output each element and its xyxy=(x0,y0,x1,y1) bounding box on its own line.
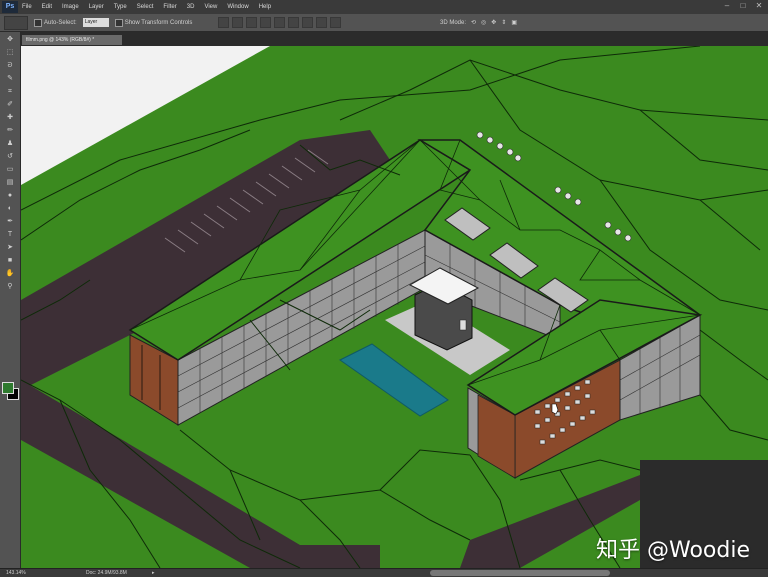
clone-stamp-icon[interactable]: ♟ xyxy=(4,139,16,149)
checkbox-icon xyxy=(34,18,42,27)
tool-preset-picker[interactable] xyxy=(4,15,28,30)
healing-brush-icon[interactable]: ✚ xyxy=(4,113,16,123)
tools-panel: ✥ ⬚ ᘐ ✎ ⌗ ✐ ✚ ✏ ♟ ↺ ▭ ▤ ● ◐ ✒ T ➤ ■ ✋ ⚲ xyxy=(0,32,21,568)
horizontal-scrollbar[interactable] xyxy=(430,570,610,576)
close-icon[interactable]: ✕ xyxy=(754,1,764,11)
show-transform-label: Show Transform Controls xyxy=(124,19,193,26)
history-brush-icon[interactable]: ↺ xyxy=(4,152,16,162)
maximize-icon[interactable]: □ xyxy=(738,1,748,11)
photoshop-logo: Ps xyxy=(2,1,18,13)
path-select-icon[interactable]: ➤ xyxy=(4,243,16,253)
3d-mode-controls: 3D Mode: ⟲ ◎ ✥ ⇕ ▣ xyxy=(440,19,517,27)
auto-select-checkbox[interactable]: Auto-Select: xyxy=(34,18,77,27)
checkbox-icon xyxy=(114,18,123,27)
menu-help[interactable]: Help xyxy=(259,4,271,10)
menu-select[interactable]: Select xyxy=(137,4,154,10)
menu-edit[interactable]: Edit xyxy=(42,4,52,10)
shape-tool-icon[interactable]: ■ xyxy=(4,256,16,266)
pen-tool-icon[interactable]: ✒ xyxy=(4,217,16,227)
document-canvas[interactable] xyxy=(21,46,768,568)
align-left-icon[interactable] xyxy=(260,17,272,28)
show-transform-checkbox[interactable]: Show Transform Controls xyxy=(114,18,193,27)
document-tab[interactable]: filmm.png @ 143% (RGB/8#) * xyxy=(22,35,122,45)
menu-window[interactable]: Window xyxy=(227,4,248,10)
3d-scale-icon[interactable]: ▣ xyxy=(511,19,517,26)
hand-tool-icon[interactable]: ✋ xyxy=(4,269,16,279)
eraser-icon[interactable]: ▭ xyxy=(4,165,16,175)
eyedropper-icon[interactable]: ✐ xyxy=(4,100,16,110)
auto-select-label: Auto-Select: xyxy=(44,19,77,26)
align-vcenter-icon[interactable] xyxy=(232,17,244,28)
3d-mode-label: 3D Mode: xyxy=(440,19,467,26)
distribute-vcenter-icon[interactable] xyxy=(316,17,328,28)
3d-rotate-icon[interactable]: ⟲ xyxy=(471,19,476,26)
type-tool-icon[interactable]: T xyxy=(4,230,16,240)
menu-filter[interactable]: Filter xyxy=(163,4,176,10)
zoom-tool-icon[interactable]: ⚲ xyxy=(4,282,16,292)
3d-roll-icon[interactable]: ◎ xyxy=(481,19,486,26)
distribute-top-icon[interactable] xyxy=(302,17,314,28)
dodge-icon[interactable]: ◐ xyxy=(4,204,16,214)
align-right-icon[interactable] xyxy=(288,17,300,28)
3d-slide-icon[interactable]: ⇕ xyxy=(501,19,506,26)
site-render xyxy=(21,46,768,568)
watermark: 知乎 @Woodie xyxy=(596,538,750,563)
foreground-color-swatch[interactable] xyxy=(2,382,14,394)
quick-select-icon[interactable]: ✎ xyxy=(4,74,16,84)
auto-select-dropdown[interactable]: Layer xyxy=(82,18,109,27)
minimize-icon[interactable]: – xyxy=(722,1,732,11)
menu-image[interactable]: Image xyxy=(62,4,79,10)
lasso-tool-icon[interactable]: ᘐ xyxy=(4,61,16,71)
brush-tool-icon[interactable]: ✏ xyxy=(4,126,16,136)
distribute-bottom-icon[interactable] xyxy=(330,17,342,28)
align-top-icon[interactable] xyxy=(218,17,230,28)
move-tool-icon[interactable]: ✥ xyxy=(4,35,16,45)
menu-view[interactable]: View xyxy=(204,4,217,10)
3d-pan-icon[interactable]: ✥ xyxy=(491,19,496,26)
align-bottom-icon[interactable] xyxy=(246,17,258,28)
menu-bar: Ps File Edit Image Layer Type Select Fil… xyxy=(0,0,768,14)
align-buttons xyxy=(218,17,342,28)
blur-icon[interactable]: ● xyxy=(4,191,16,201)
align-hcenter-icon[interactable] xyxy=(274,17,286,28)
crop-tool-icon[interactable]: ⌗ xyxy=(4,87,16,97)
window-controls: – □ ✕ xyxy=(722,1,764,11)
options-bar: Auto-Select: Layer Show Transform Contro… xyxy=(0,14,768,32)
menu-layer[interactable]: Layer xyxy=(89,4,104,10)
menu-type[interactable]: Type xyxy=(114,4,127,10)
gradient-icon[interactable]: ▤ xyxy=(4,178,16,188)
menu-file[interactable]: File xyxy=(22,4,32,10)
menu-3d[interactable]: 3D xyxy=(187,4,195,10)
marquee-tool-icon[interactable]: ⬚ xyxy=(4,48,16,58)
